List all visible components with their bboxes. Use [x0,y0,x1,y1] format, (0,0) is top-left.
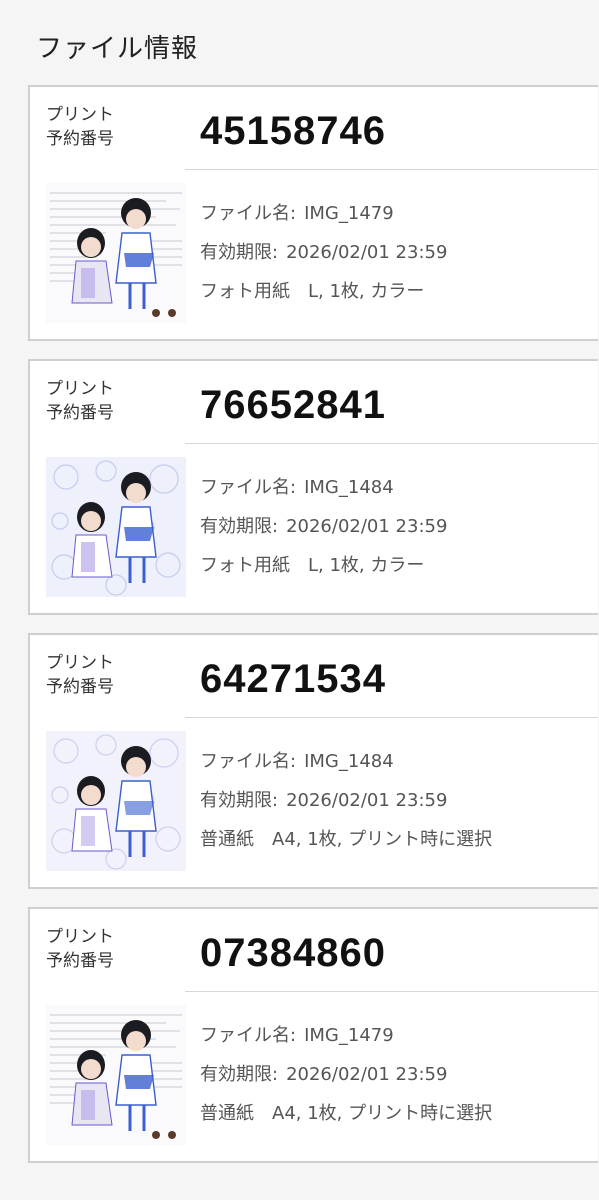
reservation-number: 45158746 [200,109,386,153]
file-name-key: ファイル名: [200,751,297,772]
divider [185,717,598,718]
file-details: ファイル名: IMG_1484 有効期限: 2026/02/01 23:59 普通紙… [200,747,492,864]
print-spec-row: 普通紙 A4, 1枚, プリント時に選択 [200,825,492,864]
file-name-key: ファイル名: [200,477,297,498]
expiry-value: 2026/02/01 23:59 [286,516,448,537]
reservation-card[interactable]: プリント 予約番号 64271534 ファイル名: IMG_1484 有効期限:… [28,633,598,889]
paper-type: 普通紙 [200,829,254,850]
file-name-row: ファイル名: IMG_1479 [200,1021,492,1060]
reservation-card[interactable]: プリント 予約番号 45158746 ファイル名: IMG_1479 有効期限:… [28,85,598,341]
print-spec-row: 普通紙 A4, 1枚, プリント時に選択 [200,1099,492,1138]
reservation-number: 07384860 [200,931,386,975]
expiry-value: 2026/02/01 23:59 [286,242,448,263]
expiry-key: 有効期限: [200,242,279,263]
label-line-2: 予約番号 [46,677,114,697]
file-name-value: IMG_1479 [304,203,394,224]
file-name-value: IMG_1479 [304,1025,394,1046]
divider [185,991,598,992]
reservation-number: 64271534 [200,657,386,701]
label-line-2: 予約番号 [46,129,114,149]
expiry-row: 有効期限: 2026/02/01 23:59 [200,512,447,551]
expiry-key: 有効期限: [200,516,279,537]
paper-type: フォト用紙 [200,281,290,302]
label-line-2: 予約番号 [46,951,114,971]
print-spec-row: フォト用紙 L, 1枚, カラー [200,277,447,316]
expiry-value: 2026/02/01 23:59 [286,1064,448,1085]
reservation-card[interactable]: プリント 予約番号 07384860 ファイル名: IMG_1479 有効期限:… [28,907,598,1163]
file-details: ファイル名: IMG_1484 有効期限: 2026/02/01 23:59 フォト… [200,473,447,590]
file-name-key: ファイル名: [200,203,297,224]
file-name-value: IMG_1484 [304,477,394,498]
thumbnail-image[interactable] [46,183,186,323]
file-name-value: IMG_1484 [304,751,394,772]
label-line-1: プリント [46,379,114,399]
file-name-row: ファイル名: IMG_1479 [200,199,447,238]
label-line-1: プリント [46,653,114,673]
expiry-row: 有効期限: 2026/02/01 23:59 [200,1060,492,1099]
divider [185,443,598,444]
reservation-number-label: プリント 予約番号 [46,377,156,425]
divider [185,169,598,170]
paper-spec: A4, 1枚, プリント時に選択 [272,829,493,850]
expiry-key: 有効期限: [200,1064,279,1085]
page-title: ファイル情報 [36,34,199,64]
paper-spec: L, 1枚, カラー [308,281,425,302]
paper-spec: A4, 1枚, プリント時に選択 [272,1103,493,1124]
paper-type: フォト用紙 [200,555,290,576]
label-line-2: 予約番号 [46,403,114,423]
file-details: ファイル名: IMG_1479 有効期限: 2026/02/01 23:59 フォト… [200,199,447,316]
reservation-number-label: プリント 予約番号 [46,651,156,699]
expiry-key: 有効期限: [200,790,279,811]
reservation-number-label: プリント 予約番号 [46,925,156,973]
thumbnail-image[interactable] [46,457,186,597]
print-spec-row: フォト用紙 L, 1枚, カラー [200,551,447,590]
label-line-1: プリント [46,927,114,947]
file-details: ファイル名: IMG_1479 有効期限: 2026/02/01 23:59 普通紙… [200,1021,492,1138]
expiry-value: 2026/02/01 23:59 [286,790,448,811]
file-name-row: ファイル名: IMG_1484 [200,473,447,512]
thumbnail-image[interactable] [46,1005,186,1145]
paper-type: 普通紙 [200,1103,254,1124]
file-name-row: ファイル名: IMG_1484 [200,747,492,786]
thumbnail-image[interactable] [46,731,186,871]
reservation-card[interactable]: プリント 予約番号 76652841 ファイル名: IMG_1484 有効期限:… [28,359,598,615]
expiry-row: 有効期限: 2026/02/01 23:59 [200,786,492,825]
reservation-number-label: プリント 予約番号 [46,103,156,151]
expiry-row: 有効期限: 2026/02/01 23:59 [200,238,447,277]
reservation-number: 76652841 [200,383,386,427]
label-line-1: プリント [46,105,114,125]
paper-spec: L, 1枚, カラー [308,555,425,576]
file-name-key: ファイル名: [200,1025,297,1046]
